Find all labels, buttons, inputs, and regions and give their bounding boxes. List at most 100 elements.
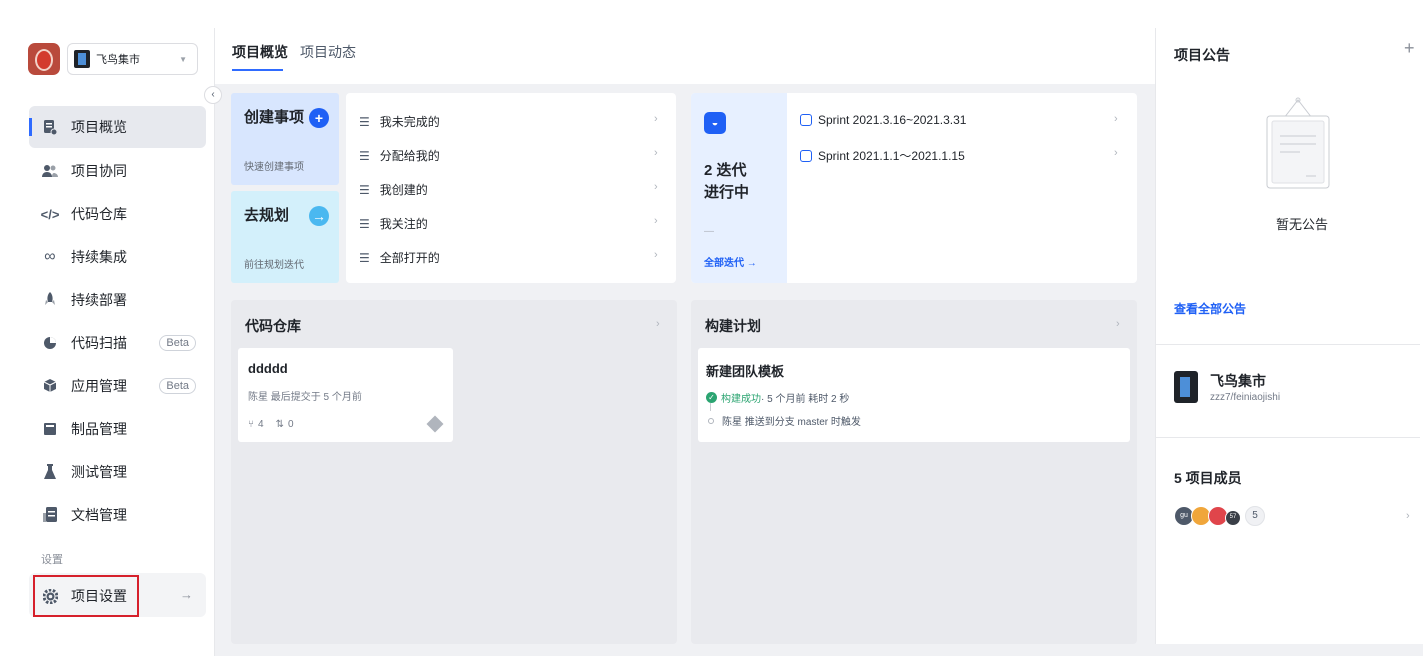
branch-count: 4 [258,419,264,430]
sprint-count-line2: 进行中 [704,184,750,201]
sprint-name: Sprint 2021.1.1～2021.1.15 [818,149,965,163]
overview-icon [41,118,59,136]
filter-item[interactable]: ☰ 分配给我的 [359,147,440,164]
repo-name: ddddd [248,361,288,376]
filter-label: 我创建的 [379,183,428,197]
filter-item[interactable]: ☰ 我关注的 [359,215,428,232]
arrow-right-icon[interactable]: → [309,206,329,226]
chevron-right-icon: › [654,113,658,125]
infinity-icon: ∞ [44,248,56,265]
filter-icon: ☰ [359,250,370,265]
all-sprints-link[interactable]: 全部迭代 → [704,254,757,269]
build-status-row: ✓ 构建成功 · 5 个月前 耗时 2 秒 [706,390,849,405]
build-plan-title[interactable]: 构建计划 [705,316,761,336]
project-logo-icon [74,50,90,68]
git-icon [426,415,444,433]
filter-item[interactable]: ☰ 我创建的 [359,181,428,198]
timeline-line [710,403,711,411]
view-all-notices-link[interactable]: 查看全部公告 [1174,300,1246,317]
tab-overview[interactable]: 项目概览 [232,42,288,71]
project-name: 飞鸟集市 [96,54,140,66]
branch-icon: ⑂ [248,419,254,430]
build-trigger: 陈星 推送到分支 master 时触发 [722,417,861,428]
settings-group-label: 设置 [41,554,63,566]
members-title: 5 项目成员 [1174,470,1242,486]
filter-item[interactable]: ☰ 全部打开的 [359,249,440,266]
plan-card[interactable]: 去规划 → 前往规划迭代 [231,191,339,283]
beta-badge: Beta [159,378,196,394]
logo-inner [1180,377,1190,397]
add-notice-button[interactable]: + [1404,38,1415,59]
chevron-right-icon: › [1114,147,1118,159]
create-issue-subtitle: 快速创建事项 [244,162,304,173]
team-icon [41,162,59,180]
user-avatar[interactable] [28,43,60,75]
create-issue-card[interactable]: 创建事项 + 快速创建事项 [231,93,339,185]
check-circle-icon: ✓ [706,392,717,403]
build-card[interactable]: 新建团队模板 ✓ 构建成功 · 5 个月前 耗时 2 秒 陈星 推送到分支 ma… [698,348,1130,442]
tab-activity[interactable]: 项目动态 [300,42,356,62]
filter-item[interactable]: ☰ 我未完成的 [359,113,440,130]
member-count-badge[interactable]: 5 [1245,506,1265,526]
cube-icon [41,377,59,395]
sprint-row[interactable]: Sprint 2021.3.16~2021.3.31 [800,113,966,127]
sidebar-item-ci[interactable]: ∞ 持续集成 [29,236,206,278]
project-title: 飞鸟集市 [1210,373,1266,389]
flask-icon [41,463,59,481]
chevron-right-icon[interactable]: › [1406,510,1410,522]
project-select[interactable]: 飞鸟集市 ▼ [67,43,198,75]
plus-icon[interactable]: + [309,108,329,128]
sidebar-item-label: 项目概览 [71,119,127,135]
sidebar-item-label: 测试管理 [71,464,127,480]
arrow-right-icon[interactable]: → [180,587,193,602]
main-header [215,28,1155,84]
repo-card[interactable]: ddddd 陈星 最后提交于 5 个月前 ⑂ 4 ⇅ 0 [238,348,453,442]
code-repo-title[interactable]: 代码仓库 [245,316,301,336]
sidebar-item-label: 文档管理 [71,507,127,523]
sprint-icon [800,114,812,126]
filter-icon: ☰ [359,182,370,197]
beta-badge: Beta [159,335,196,351]
chevron-right-icon: › [654,147,658,159]
sidebar-item-label: 持续部署 [71,292,127,308]
filter-label: 我未完成的 [379,115,440,129]
project-switcher[interactable]: 飞鸟集市 ▼ [28,42,198,76]
rocket-icon [41,291,59,309]
sprint-count: 2 迭代 进行中 [704,160,749,204]
sidebar-item-code[interactable]: </> 代码仓库 [29,193,206,235]
sprint-dash: — [704,226,714,237]
sidebar-item-collab[interactable]: 项目协同 [29,150,206,192]
sprint-count-line1: 2 迭代 [704,162,747,179]
repo-stats: ⑂ 4 ⇅ 0 [248,419,294,430]
sidebar-item-label: 代码仓库 [71,206,127,222]
sidebar-item-label: 持续集成 [71,249,127,265]
build-status: 构建成功 [721,394,761,405]
chevron-right-icon[interactable]: › [1116,318,1120,330]
sidebar-item-test[interactable]: 测试管理 [29,451,206,493]
filter-label: 全部打开的 [379,251,440,265]
scan-icon [41,334,59,352]
project-logo-icon [1174,371,1198,403]
build-meta: · 5 个月前 耗时 2 秒 [761,394,850,405]
filter-icon: ☰ [359,216,370,231]
chevron-right-icon[interactable]: › [656,318,660,330]
build-name: 新建团队模板 [706,364,785,379]
avatar[interactable]: 57 [1225,510,1241,526]
collapse-sidebar-button[interactable]: ‹ [204,86,222,104]
filter-label: 我关注的 [379,217,428,231]
sprint-row[interactable]: Sprint 2021.1.1～2021.1.15 [800,147,965,164]
sidebar-item-scan[interactable]: 代码扫描 Beta [29,322,206,364]
sidebar-item-artifacts[interactable]: 制品管理 [29,408,206,450]
sidebar-item-label: 项目协同 [71,163,127,179]
sidebar-item-apps[interactable]: 应用管理 Beta [29,365,206,407]
highlight-box [33,575,139,617]
chevron-right-icon: › [654,181,658,193]
sidebar-item-label: 制品管理 [71,421,127,437]
empty-notice-illustration [1266,97,1330,189]
sidebar-item-overview[interactable]: 项目概览 [29,106,206,148]
sidebar-item-docs[interactable]: 文档管理 [29,494,206,536]
doc-icon [41,506,59,524]
sidebar-item-cd[interactable]: 持续部署 [29,279,206,321]
repo-meta: 陈星 最后提交于 5 个月前 [248,392,362,403]
merge-count: 0 [287,419,294,430]
